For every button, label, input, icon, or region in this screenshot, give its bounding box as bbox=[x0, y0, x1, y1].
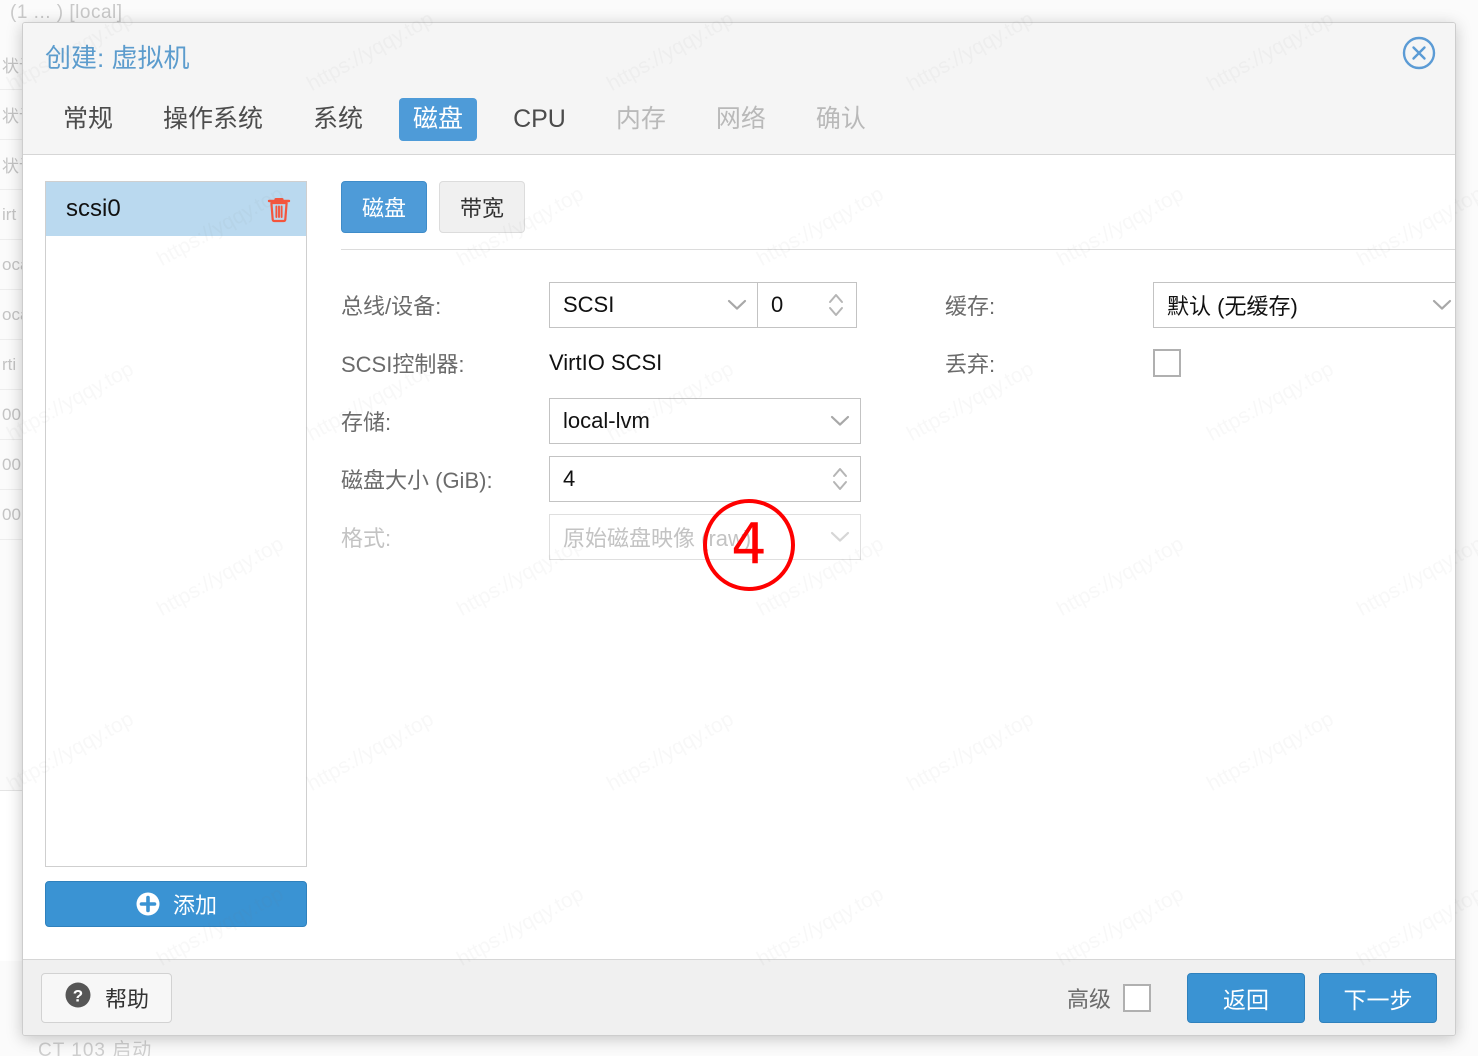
subtab-bandwidth[interactable]: 带宽 bbox=[439, 181, 526, 233]
tab-confirm: 确认 bbox=[815, 105, 866, 134]
field-label: 磁盘大小 (GiB): bbox=[341, 468, 493, 493]
add-disk-button[interactable]: 添加 bbox=[45, 881, 307, 927]
device-name-label: scsi0 bbox=[66, 195, 121, 222]
chevron-down-icon bbox=[820, 531, 860, 543]
svg-text:?: ? bbox=[73, 986, 83, 1005]
scsi-controller-value: VirtIO SCSI bbox=[549, 350, 663, 375]
background-cell: irt bbox=[2, 204, 17, 224]
field-label: 缓存: bbox=[945, 294, 996, 319]
format-select: 原始磁盘映像 (raw) bbox=[549, 514, 861, 560]
background-cell: 00 bbox=[2, 404, 21, 424]
field-discard: 丢弃: bbox=[945, 334, 1455, 392]
field-format: 格式: 原始磁盘映像 (raw) bbox=[341, 508, 901, 566]
advanced-label: 高级 bbox=[1066, 986, 1111, 1012]
dialog-body: scsi0 添加 磁盘 带宽 总线/设备: SCSI 0 SCSI控制器: Vi… bbox=[23, 155, 1455, 959]
tab-cpu[interactable]: CPU bbox=[499, 98, 580, 141]
add-disk-label: 添加 bbox=[172, 893, 217, 918]
dialog-header: 创建: 虚拟机 bbox=[23, 23, 1455, 85]
chevron-down-icon bbox=[820, 415, 860, 427]
disk-form: 总线/设备: SCSI 0 SCSI控制器: VirtIO SCSI 存储: l… bbox=[341, 276, 1455, 566]
help-button-label: 帮助 bbox=[105, 986, 150, 1012]
subtab-disk[interactable]: 磁盘 bbox=[341, 181, 428, 233]
advanced-toggle[interactable]: 高级 bbox=[1067, 982, 1151, 1014]
next-button[interactable]: 下一步 bbox=[1319, 972, 1437, 1023]
field-disk-size: 磁盘大小 (GiB): 4 bbox=[341, 450, 901, 508]
background-title: (1 ... ) [local] bbox=[10, 2, 123, 23]
advanced-checkbox[interactable] bbox=[1123, 983, 1151, 1012]
field-cache: 缓存: 默认 (无缓存) bbox=[945, 276, 1455, 334]
field-label: 格式: bbox=[341, 526, 392, 551]
storage-select-value: local-lvm bbox=[563, 408, 650, 433]
plus-circle-icon bbox=[135, 891, 161, 917]
chevron-down-icon bbox=[717, 299, 757, 311]
tab-general[interactable]: 常规 bbox=[49, 98, 127, 141]
tab-system[interactable]: 系统 bbox=[299, 98, 377, 141]
field-bus-device: 总线/设备: SCSI 0 bbox=[341, 276, 901, 334]
cache-select[interactable]: 默认 (无缓存) bbox=[1153, 282, 1455, 328]
tab-os[interactable]: 操作系统 bbox=[149, 98, 277, 141]
disk-size-value: 4 bbox=[563, 466, 576, 491]
stepper-updown-icon[interactable] bbox=[816, 290, 856, 320]
back-button[interactable]: 返回 bbox=[1187, 972, 1305, 1023]
divider bbox=[341, 249, 1455, 250]
device-number-value: 0 bbox=[771, 292, 784, 317]
dialog-tabbar: 常规 操作系统 系统 磁盘 CPU 内存 网络 确认 bbox=[23, 85, 1455, 155]
background-status-text: CT 103 启动 bbox=[38, 1040, 153, 1056]
field-label: SCSI控制器: bbox=[341, 352, 465, 377]
cache-select-value: 默认 (无缓存) bbox=[1167, 294, 1298, 319]
help-button[interactable]: ? 帮助 bbox=[41, 972, 173, 1023]
disk-size-stepper[interactable]: 4 bbox=[549, 456, 861, 502]
dialog-title: 创建: 虚拟机 bbox=[45, 43, 190, 73]
help-circle-icon: ? bbox=[64, 981, 92, 1015]
form-column-left: 总线/设备: SCSI 0 SCSI控制器: VirtIO SCSI 存储: l… bbox=[341, 276, 901, 566]
format-select-value: 原始磁盘映像 (raw) bbox=[563, 526, 752, 551]
field-scsi-controller: SCSI控制器: VirtIO SCSI bbox=[341, 334, 901, 392]
chevron-down-icon bbox=[1422, 299, 1455, 311]
background-cell: rti bbox=[2, 354, 17, 374]
field-label: 总线/设备: bbox=[341, 294, 442, 319]
create-vm-dialog: 创建: 虚拟机 常规 操作系统 系统 磁盘 CPU 内存 网络 确认 scsi0… bbox=[22, 22, 1456, 1036]
list-item[interactable]: scsi0 bbox=[46, 182, 306, 236]
disk-settings-column: 磁盘 带宽 总线/设备: SCSI 0 SCSI控制器: VirtIO SCSI… bbox=[307, 181, 1455, 959]
bus-select-value: SCSI bbox=[563, 292, 615, 317]
close-circle-icon[interactable] bbox=[1399, 33, 1439, 73]
background-cell: 00 bbox=[2, 454, 21, 474]
field-storage: 存储: local-lvm bbox=[341, 392, 901, 450]
dialog-footer: ? 帮助 高级 返回 下一步 bbox=[23, 959, 1455, 1035]
field-label: 丢弃: bbox=[945, 352, 996, 377]
form-column-right: 缓存: 默认 (无缓存) 丢弃: bbox=[901, 276, 1455, 566]
trash-icon[interactable] bbox=[266, 195, 292, 223]
device-list-column: scsi0 添加 bbox=[45, 181, 307, 959]
field-label: 存储: bbox=[341, 410, 392, 435]
screen: (1 ... ) [local] 状讠 状讠 状讠 irt oca oca rt… bbox=[0, 0, 1478, 1056]
bus-select[interactable]: SCSI bbox=[549, 282, 757, 328]
storage-select[interactable]: local-lvm bbox=[549, 398, 861, 444]
tab-disks[interactable]: 磁盘 bbox=[399, 98, 478, 141]
discard-checkbox[interactable] bbox=[1153, 349, 1181, 377]
background-cell: 00 bbox=[2, 504, 21, 524]
tab-memory: 内存 bbox=[615, 105, 666, 134]
bus-device-controls: SCSI 0 bbox=[549, 282, 857, 328]
device-list[interactable]: scsi0 bbox=[45, 181, 307, 867]
device-number-stepper[interactable]: 0 bbox=[757, 282, 857, 328]
disk-subtabs: 磁盘 带宽 bbox=[341, 181, 1455, 233]
tab-network: 网络 bbox=[715, 105, 766, 134]
stepper-updown-icon[interactable] bbox=[820, 464, 860, 494]
